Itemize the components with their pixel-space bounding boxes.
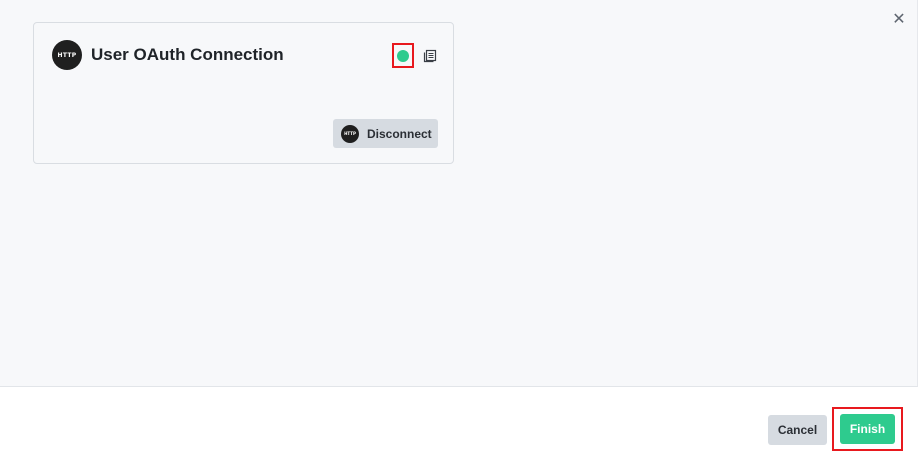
http-logo-small: HTTP xyxy=(341,124,359,143)
dialog-body: ✕ HTTP User OAuth Connection HTTP Discon… xyxy=(0,0,918,387)
details-icon[interactable] xyxy=(423,49,437,63)
oauth-connection-dialog: ✕ HTTP User OAuth Connection HTTP Discon… xyxy=(0,0,919,471)
http-logo: HTTP xyxy=(52,40,82,70)
status-indicator-highlight xyxy=(392,43,414,68)
close-icon[interactable]: ✕ xyxy=(889,10,909,30)
disconnect-label: Disconnect xyxy=(367,126,432,141)
finish-button[interactable]: Finish xyxy=(840,414,895,444)
connection-title: User OAuth Connection xyxy=(91,45,284,64)
disconnect-button[interactable]: HTTP Disconnect xyxy=(333,119,438,148)
connection-card: HTTP User OAuth Connection HTTP Disconne… xyxy=(33,22,454,164)
status-dot-icon[interactable] xyxy=(397,49,409,62)
cancel-button[interactable]: Cancel xyxy=(768,415,827,445)
